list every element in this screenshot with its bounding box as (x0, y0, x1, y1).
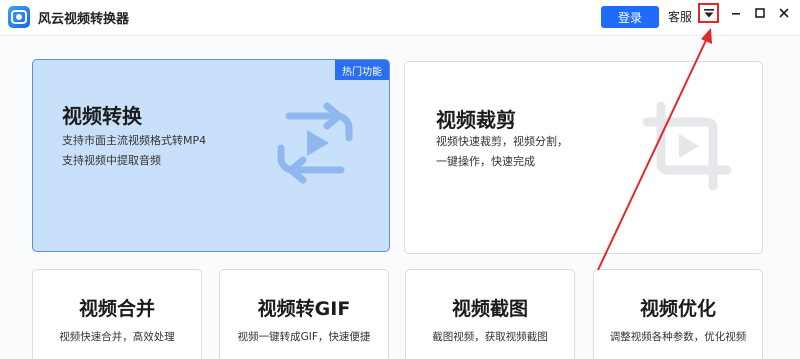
app-window: 风云视频转换器 登录 客服 热门功能 视频转换 支持市面主流视频格式转MP4 支… (0, 0, 800, 359)
video-merge-desc: 视频快速合并，高效处理 (59, 331, 175, 343)
close-icon (779, 8, 789, 18)
app-title: 风云视频转换器 (38, 12, 130, 27)
video-crop-desc-2: 一键操作，快速完成 (436, 155, 535, 168)
video-crop-title: 视频裁剪 (436, 108, 516, 132)
video-to-gif-card[interactable]: 视频转GIF 视频一键转成GIF，快速便捷 (219, 269, 389, 359)
app-logo-icon (8, 6, 30, 28)
video-crop-card[interactable]: 视频裁剪 视频快速裁剪，视频分割， 一键操作，快速完成 (404, 61, 763, 254)
video-merge-card[interactable]: 视频合并 视频快速合并，高效处理 (32, 269, 202, 359)
video-to-gif-desc: 视频一键转成GIF，快速便捷 (237, 331, 371, 343)
dropdown-menu-button[interactable] (698, 3, 719, 23)
video-optimize-desc: 调整视频各种参数，优化视频 (609, 331, 747, 343)
minimize-button[interactable] (728, 5, 744, 21)
login-button[interactable]: 登录 (601, 6, 659, 28)
hot-feature-badge: 热门功能 (335, 60, 389, 80)
video-to-gif-title: 视频转GIF (257, 298, 351, 320)
video-convert-desc-2: 支持视频中提取音频 (62, 154, 161, 167)
video-convert-card[interactable]: 热门功能 视频转换 支持市面主流视频格式转MP4 支持视频中提取音频 (32, 59, 390, 252)
video-crop-desc-1: 视频快速裁剪，视频分割， (436, 135, 568, 148)
video-merge-title: 视频合并 (78, 298, 155, 320)
video-screenshot-card[interactable]: 视频截图 截图视频，获取视频截图 (405, 269, 575, 359)
video-convert-title: 视频转换 (62, 104, 142, 128)
customer-service-button[interactable]: 客服 (668, 8, 692, 25)
maximize-icon (755, 8, 765, 18)
dropdown-menu-icon (703, 9, 714, 18)
video-screenshot-title: 视频截图 (451, 298, 528, 320)
convert-play-icon (277, 102, 353, 184)
maximize-button[interactable] (752, 5, 768, 21)
title-bar: 风云视频转换器 登录 客服 (0, 0, 800, 36)
close-button[interactable] (776, 5, 792, 21)
video-convert-desc-1: 支持市面主流视频格式转MP4 (62, 134, 207, 147)
video-screenshot-desc: 截图视频，获取视频截图 (432, 331, 548, 343)
video-optimize-title: 视频优化 (639, 298, 716, 320)
minimize-icon (732, 13, 740, 15)
video-optimize-card[interactable]: 视频优化 调整视频各种参数，优化视频 (593, 269, 763, 359)
crop-play-icon (642, 101, 732, 191)
